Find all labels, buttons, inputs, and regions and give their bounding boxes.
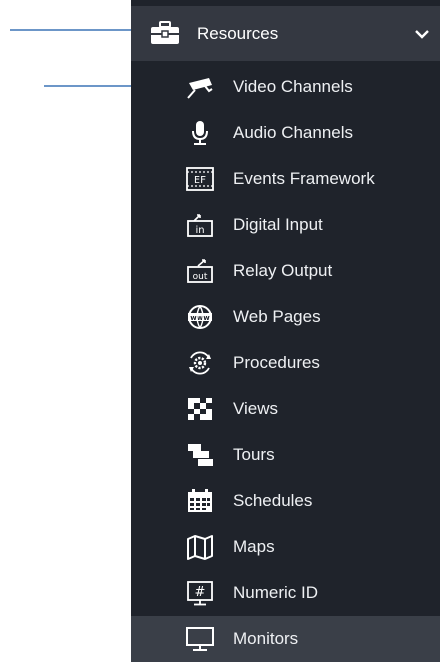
sidebar-item-label: Maps (233, 537, 275, 556)
globe-www-icon: www (188, 305, 212, 329)
sidebar-item-schedules[interactable]: Schedules (131, 478, 440, 524)
briefcase-icon (151, 21, 179, 44)
svg-text:#: # (195, 585, 206, 600)
sidebar-item-views[interactable]: Views (131, 386, 440, 432)
sidebar-item-label: Video Channels (233, 77, 353, 96)
sidebar-item-tours[interactable]: Tours (131, 432, 440, 478)
calendar-icon (188, 489, 212, 512)
annotation-arrow-resources (10, 25, 146, 35)
svg-text:www: www (190, 314, 210, 322)
camera-icon (187, 78, 213, 99)
microphone-icon (192, 121, 208, 145)
resource-list: Video Channels Audio Channels EF Events … (131, 64, 440, 662)
tours-icon (188, 444, 213, 466)
numeric-id-icon: # (187, 581, 213, 606)
resources-header[interactable]: Resources (131, 6, 440, 61)
svg-text:EF: EF (194, 175, 206, 186)
sidebar-item-events-framework[interactable]: EF Events Framework (131, 156, 440, 202)
sidebar-item-label: Schedules (233, 491, 313, 510)
monitor-icon (186, 627, 214, 651)
sidebar-item-label: Digital Input (233, 215, 323, 234)
digital-input-icon: in (187, 214, 213, 237)
sidebar-item-label: Numeric ID (233, 583, 319, 602)
sidebar-item-numeric-id[interactable]: # Numeric ID (131, 570, 440, 616)
map-icon (187, 535, 213, 560)
sidebar-item-label: Tours (233, 445, 275, 464)
sidebar-item-web-pages[interactable]: www Web Pages (131, 294, 440, 340)
sidebar-item-label: Web Pages (233, 307, 321, 326)
sidebar-item-label: Events Framework (233, 169, 375, 188)
resources-title: Resources (197, 24, 279, 43)
sidebar-item-label: Audio Channels (233, 123, 354, 142)
chevron-down-icon[interactable] (415, 29, 429, 39)
procedures-gear-icon (189, 351, 211, 375)
views-grid-icon (188, 398, 212, 420)
sidebar-item-maps[interactable]: Maps (131, 524, 440, 570)
sidebar-item-label: Procedures (233, 353, 320, 372)
sidebar-item-procedures[interactable]: Procedures (131, 340, 440, 386)
resources-sidebar: Resources Video Channels Audio Channels (131, 0, 440, 662)
sidebar-item-label: Views (233, 399, 279, 418)
sidebar-item-label: Relay Output (233, 261, 333, 280)
relay-output-icon: out (187, 259, 213, 283)
events-framework-icon: EF (186, 167, 214, 191)
sidebar-item-relay-output[interactable]: out Relay Output (131, 248, 440, 294)
svg-text:in: in (195, 225, 204, 236)
sidebar-item-monitors[interactable]: Monitors (131, 616, 440, 662)
sidebar-item-audio-channels[interactable]: Audio Channels (131, 110, 440, 156)
sidebar-item-video-channels[interactable]: Video Channels (131, 64, 440, 110)
sidebar-item-digital-input[interactable]: in Digital Input (131, 202, 440, 248)
svg-text:out: out (193, 272, 208, 282)
sidebar-item-label: Monitors (233, 629, 299, 648)
